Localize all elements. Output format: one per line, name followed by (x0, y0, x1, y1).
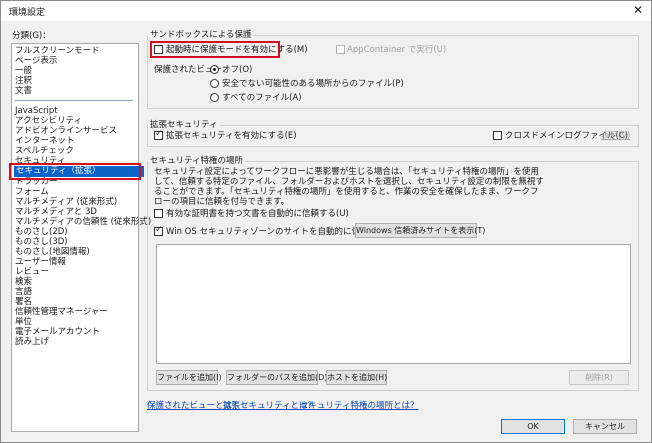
category-item[interactable]: インターネット (15, 136, 75, 146)
category-item[interactable]: アクセシビリティ (15, 116, 82, 126)
highlight-protected-mode (150, 41, 280, 58)
category-item[interactable]: JavaScript (15, 106, 58, 116)
category-item[interactable]: ものさし(3D) (15, 237, 68, 247)
close-icon[interactable]: ✕ (633, 3, 643, 17)
categories-label: 分類(G)： (12, 31, 51, 41)
remove-button[interactable]: 削除(R) (569, 370, 629, 385)
category-item[interactable]: 信頼性管理マネージャー (15, 307, 108, 317)
privileged-description-line: ることができます。「セキュリティ特権の場所」を使用すると、作業の安全を確保したま… (154, 187, 539, 197)
privileged-locations-title: セキュリティ特権の場所 (148, 154, 245, 166)
crossdomain-log-checkbox[interactable] (493, 131, 502, 140)
category-item[interactable]: 読み上げ (15, 337, 49, 347)
category-item[interactable]: ユーザー情報 (15, 257, 66, 267)
radio-off-label: オフ(O) (222, 65, 253, 75)
category-item[interactable]: マルチメディア (従来形式) (15, 197, 117, 207)
appcontainer-checkbox[interactable] (336, 45, 345, 54)
protected-view-label: 保護されたビュー： (154, 65, 231, 75)
list-divider (15, 100, 133, 101)
preferences-dialog: 環境設定 ✕ 分類(G)： フルスクリーンモード ページ表示 一般 注釈 文書 … (0, 0, 652, 443)
category-item[interactable]: ものさし(地図情報) (15, 247, 90, 257)
view-log-button[interactable]: 表示(V) (601, 131, 630, 141)
category-item[interactable]: スペルチェック (15, 146, 74, 156)
category-item[interactable]: ものさし(2D) (15, 227, 68, 237)
sandbox-group-title: サンドボックスによる保護 (148, 28, 254, 40)
category-item[interactable]: レビュー (15, 267, 49, 277)
ok-button[interactable]: OK (501, 419, 565, 434)
category-item[interactable]: 電子メールアカウント (15, 327, 100, 337)
trust-win-zone-checkbox[interactable] (154, 225, 163, 236)
add-host-button[interactable]: ホストを追加(H) (326, 370, 387, 385)
title-bar: 環境設定 ✕ (1, 1, 651, 21)
category-item[interactable]: 文書 (15, 86, 32, 96)
radio-all-label: すべてのファイル(A) (222, 93, 302, 103)
show-trusted-sites-button[interactable]: Windows 信頼済みサイトを表示(T) (355, 223, 485, 238)
privileged-locations-list[interactable] (156, 244, 631, 364)
privileged-description-line: して、信頼する特定のファイル、フォルダーおよびホストを選択し、セキュリティ設定の… (154, 177, 544, 187)
highlight-selected-category (9, 163, 141, 180)
category-item[interactable]: 言語 (15, 287, 32, 297)
category-item[interactable]: マルチメディアの信頼性 (従来形式) (15, 217, 151, 227)
category-item[interactable]: マルチメディアと 3D (15, 207, 97, 217)
trust-certified-docs-label: 有効な証明書を持つ文書を自動的に信頼する(U) (166, 209, 349, 219)
category-item[interactable]: 検索 (15, 277, 32, 287)
privileged-description-line: セキュリティ設定によってワークフローに悪影響が生じる場合は、「セキュリティ特権の… (154, 167, 540, 177)
category-item[interactable]: 署名 (15, 297, 32, 307)
radio-unsafe-locations[interactable] (210, 79, 219, 88)
radio-all-files[interactable] (210, 93, 219, 102)
category-list[interactable]: フルスクリーンモード ページ表示 一般 注釈 文書 JavaScript アクセ… (11, 43, 151, 432)
enhanced-security-label: 拡張セキュリティを有効にする(E) (166, 131, 297, 141)
cancel-button[interactable]: キャンセル (573, 419, 637, 434)
category-item[interactable]: 一般 (15, 66, 32, 76)
category-item[interactable]: 注釈 (15, 76, 32, 86)
category-item[interactable]: アドビオンラインサービス (15, 126, 117, 136)
category-item[interactable]: フォーム (15, 187, 49, 197)
privileged-locations-help-link[interactable]: セキュリティ特権の場所とは？ (300, 399, 419, 411)
privileged-description-line: ローの項目に信頼を付与できます。 (154, 197, 290, 207)
radio-unsafe-label: 安全でない可能性のある場所からのファイル(P) (222, 79, 404, 89)
add-file-button[interactable]: ファイルを追加(I) (156, 370, 222, 385)
window-title: 環境設定 (9, 8, 46, 18)
enhanced-security-checkbox[interactable] (154, 129, 163, 140)
category-item[interactable]: ページ表示 (15, 56, 57, 66)
trust-certified-docs-checkbox[interactable] (154, 209, 163, 218)
appcontainer-label: AppContainer で実行(U) (347, 45, 447, 55)
radio-off[interactable] (210, 65, 219, 74)
category-item[interactable]: 単位 (15, 317, 32, 327)
category-item[interactable]: フルスクリーンモード (15, 46, 100, 56)
add-folder-path-button[interactable]: フォルダーのパスを追加(D) (226, 370, 327, 385)
